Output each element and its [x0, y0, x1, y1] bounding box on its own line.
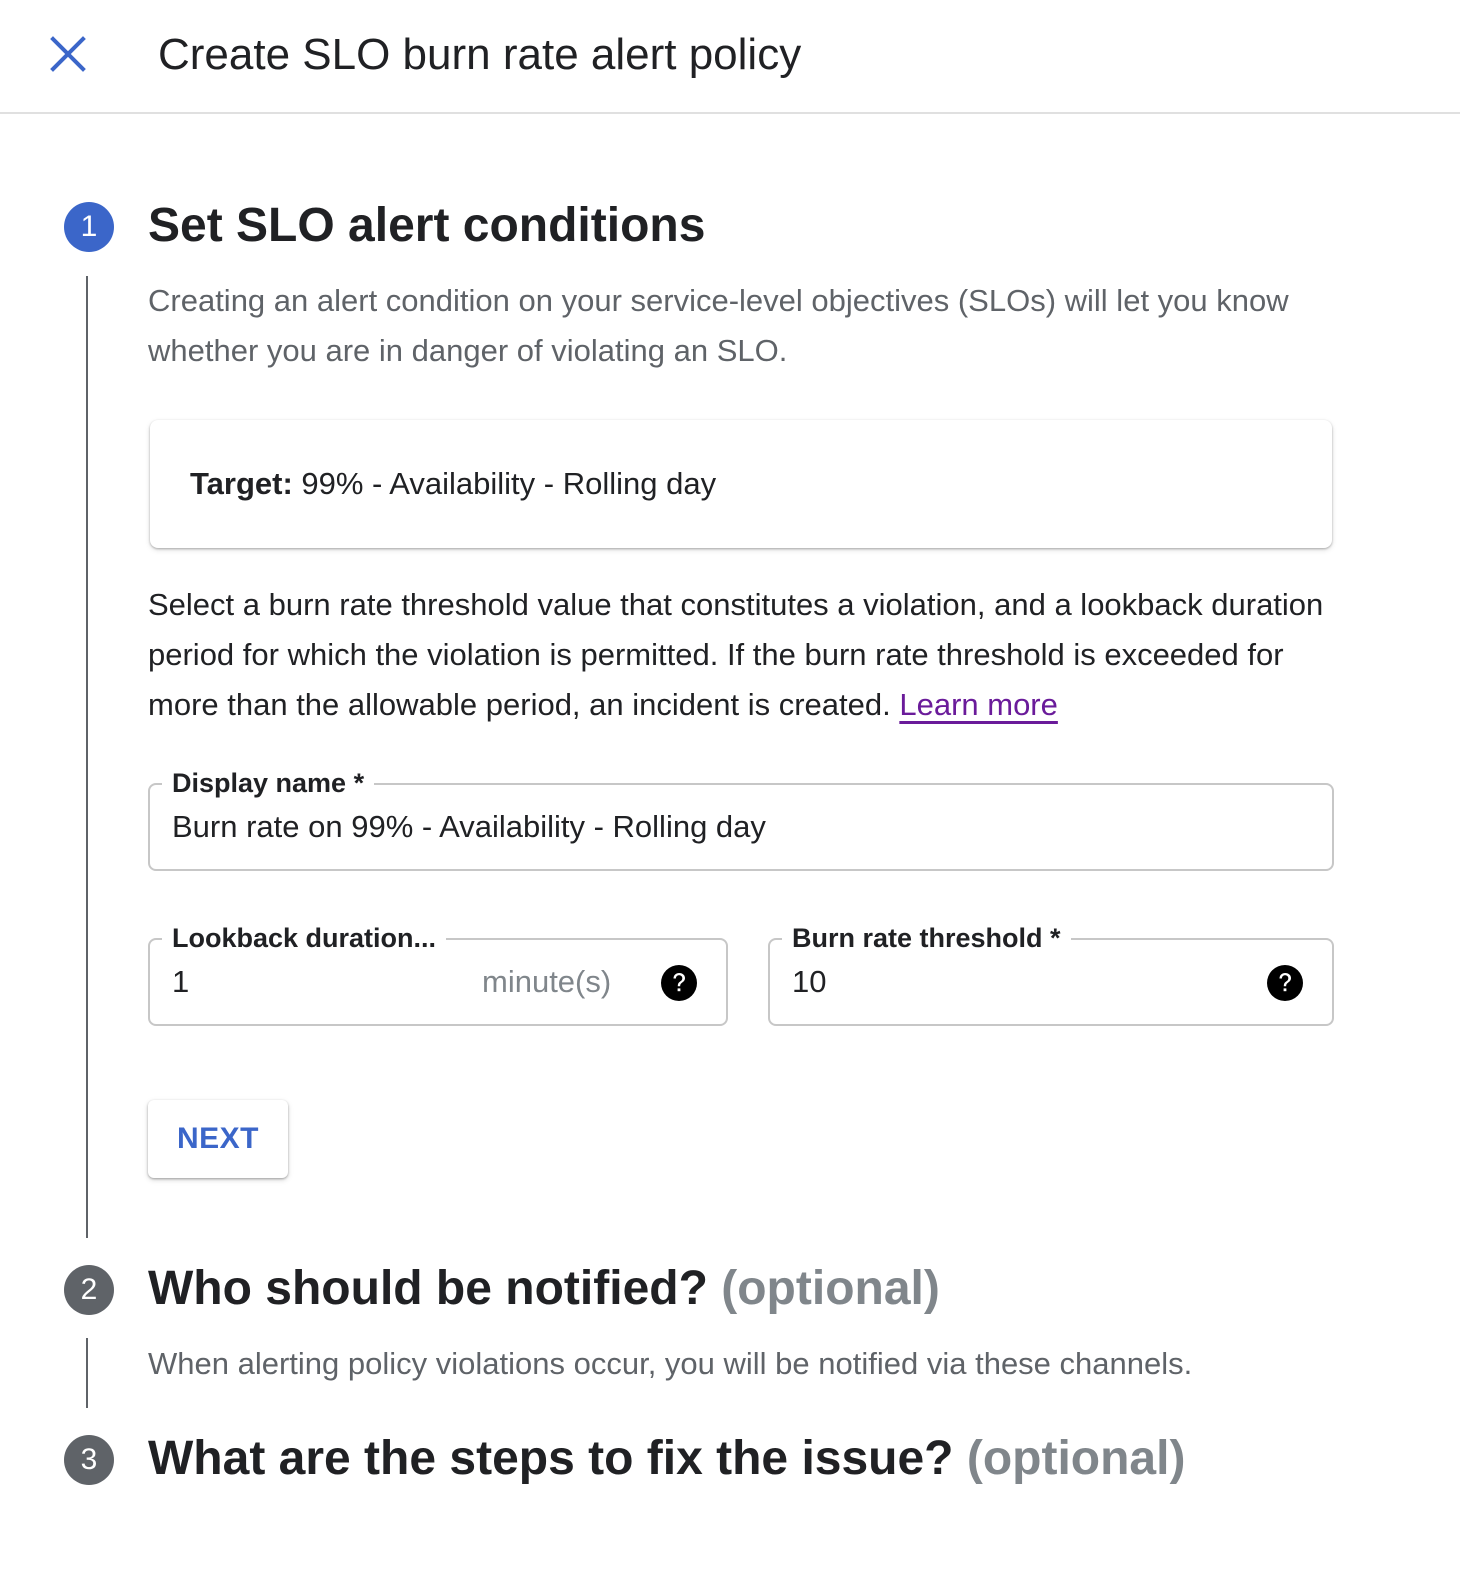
lookback-duration-label: Lookback duration...: [162, 918, 447, 958]
step-1-title-text: Set SLO alert conditions: [148, 199, 706, 252]
step-3-indicator: 3: [64, 1435, 114, 1485]
close-icon: [50, 36, 86, 72]
page-title: Create SLO burn rate alert policy: [158, 30, 802, 79]
close-button[interactable]: [44, 30, 92, 78]
lookback-duration-input[interactable]: 1: [172, 962, 189, 1002]
display-name-label: Display name *: [162, 763, 375, 803]
step-2-indicator: 2: [64, 1265, 114, 1315]
step-3-title[interactable]: What are the steps to fix the issue? (op…: [148, 1431, 1185, 1487]
step-2-title[interactable]: Who should be notified? (optional): [148, 1261, 940, 1317]
target-card: Target: 99% - Availability - Rolling day: [150, 420, 1332, 548]
burn-rate-threshold-input[interactable]: 10: [792, 962, 826, 1002]
step-1-description: Creating an alert condition on your serv…: [148, 283, 1289, 368]
display-name-field[interactable]: Display name * Burn rate on 99% - Availa…: [148, 763, 1334, 871]
step-1-title[interactable]: Set SLO alert conditions: [148, 198, 705, 254]
help-icon[interactable]: [660, 964, 698, 1002]
dialog-header: Create SLO burn rate alert policy: [0, 0, 1460, 114]
target-value: 99% - Availability - Rolling day: [292, 466, 717, 501]
step-3-optional-tag: (optional): [966, 1432, 1186, 1485]
burn-rate-threshold-label: Burn rate threshold *: [782, 918, 1071, 958]
display-name-input[interactable]: Burn rate on 99% - Availability - Rollin…: [172, 807, 766, 847]
target-label: Target:: [190, 466, 293, 501]
lookback-duration-field[interactable]: Lookback duration... 1 minute(s): [148, 918, 728, 1026]
step-3-title-text: What are the steps to fix the issue?: [148, 1432, 954, 1485]
learn-more-link[interactable]: Learn more: [899, 687, 1058, 722]
lookback-unit-suffix: minute(s): [482, 964, 612, 999]
next-button[interactable]: NEXT: [148, 1100, 288, 1178]
instructions-text: Select a burn rate threshold value that …: [148, 580, 1328, 730]
step-2-description: When alerting policy violations occur, y…: [148, 1346, 1193, 1381]
step-1-indicator: 1: [64, 202, 114, 252]
step-2-connector: [86, 1338, 88, 1408]
help-icon[interactable]: [1266, 964, 1304, 1002]
step-2-title-text: Who should be notified?: [148, 1262, 708, 1315]
step-2-optional-tag: (optional): [721, 1262, 940, 1315]
instructions-body: Select a burn rate threshold value that …: [148, 587, 1324, 722]
step-1-connector: [86, 276, 88, 1238]
burn-rate-threshold-field[interactable]: Burn rate threshold * 10: [768, 918, 1334, 1026]
target-summary: Target: 99% - Availability - Rolling day: [190, 464, 716, 504]
